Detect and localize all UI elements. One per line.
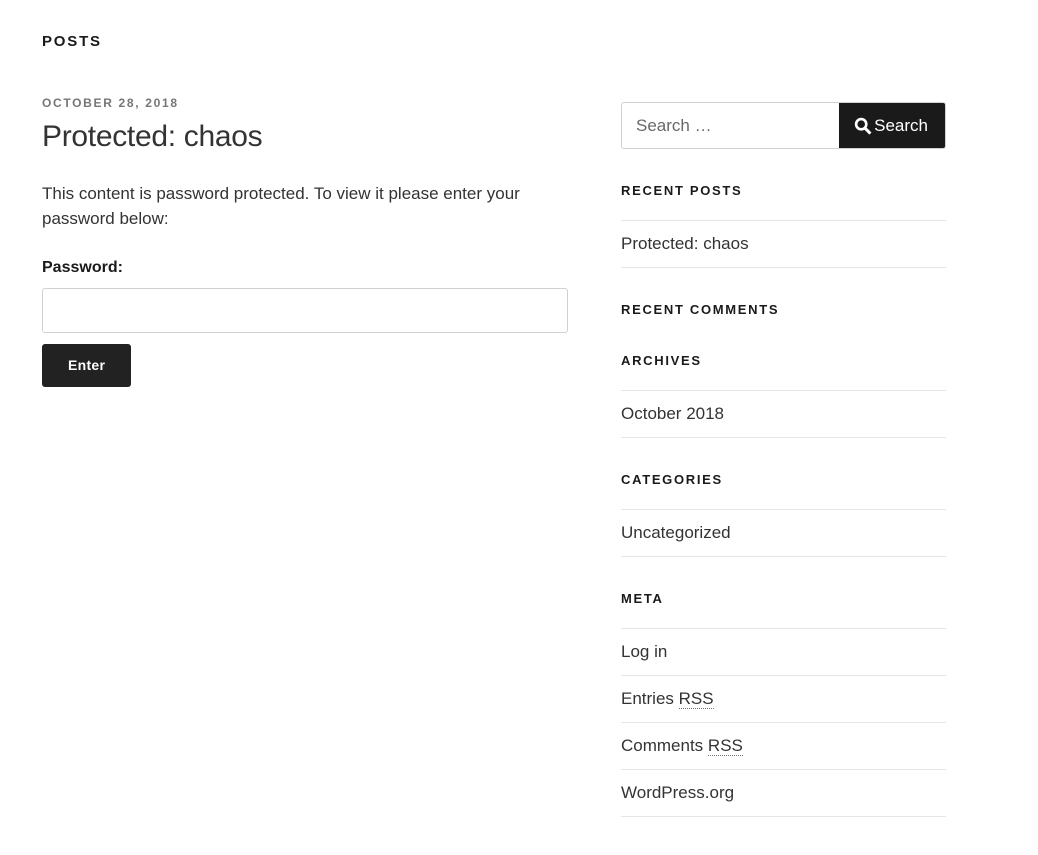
widget-title-meta: META bbox=[621, 590, 664, 606]
meta-link-entries-rss[interactable]: Entries RSS bbox=[621, 676, 946, 722]
widget-recent-posts: RECENT POSTS Protected: chaos bbox=[621, 183, 946, 268]
search-input[interactable] bbox=[622, 103, 840, 148]
list-item: October 2018 bbox=[621, 391, 946, 438]
post-content: This content is password protected. To v… bbox=[42, 182, 568, 388]
meta-link-comments-rss[interactable]: Comments RSS bbox=[621, 723, 946, 769]
search-submit-button[interactable]: Search bbox=[839, 103, 945, 148]
post-title: Protected: chaos bbox=[42, 119, 263, 153]
password-protected-notice: This content is password protected. To v… bbox=[42, 184, 520, 228]
sidebar: Search RECENT POSTS Protected: chaos REC… bbox=[621, 0, 946, 818]
widget-title-recent-posts: RECENT POSTS bbox=[621, 183, 743, 198]
list-item: Uncategorized bbox=[621, 510, 946, 557]
page-root: POSTS OCTOBER 28, 2018 Protected: chaos … bbox=[0, 0, 1038, 855]
list-item: WordPress.org bbox=[621, 770, 946, 818]
category-link-uncategorized[interactable]: Uncategorized bbox=[621, 510, 946, 556]
list-item: Entries RSS bbox=[621, 676, 946, 723]
post-password-form: Password: Enter bbox=[42, 258, 568, 388]
rss-abbr: RSS bbox=[707, 735, 743, 756]
comments-rss-prefix: Comments bbox=[621, 735, 708, 755]
meta-link-wordpress-org[interactable]: WordPress.org bbox=[621, 770, 946, 816]
search-button-label: Search bbox=[874, 116, 928, 135]
categories-list: Uncategorized bbox=[621, 508, 946, 557]
meta-list: Log in Entries RSS Comments RSS WordPres… bbox=[621, 627, 946, 818]
search-form: Search bbox=[621, 102, 946, 149]
meta-link-login[interactable]: Log in bbox=[621, 629, 946, 675]
search-icon bbox=[853, 116, 873, 136]
list-item: Comments RSS bbox=[621, 723, 946, 771]
main-content: POSTS OCTOBER 28, 2018 Protected: chaos … bbox=[42, 0, 568, 388]
post-article: OCTOBER 28, 2018 Protected: chaos This c… bbox=[42, 95, 568, 388]
archive-link-october-2018[interactable]: October 2018 bbox=[621, 391, 946, 437]
widget-title-archives: ARCHIVES bbox=[621, 352, 702, 368]
recent-post-link[interactable]: Protected: chaos bbox=[621, 221, 946, 267]
post-date: OCTOBER 28, 2018 bbox=[42, 96, 179, 110]
widget-meta: META Log in Entries RSS Comments RSS Wor… bbox=[621, 590, 946, 818]
archives-list: October 2018 bbox=[621, 389, 946, 438]
widget-archives: ARCHIVES October 2018 bbox=[621, 353, 946, 438]
widget-title-recent-comments: RECENT COMMENTS bbox=[621, 301, 780, 317]
rss-abbr: RSS bbox=[678, 688, 714, 709]
recent-posts-list: Protected: chaos bbox=[621, 219, 946, 268]
list-item: Protected: chaos bbox=[621, 221, 946, 268]
post-header: OCTOBER 28, 2018 Protected: chaos bbox=[42, 95, 568, 155]
list-item: Log in bbox=[621, 629, 946, 676]
widget-categories: CATEGORIES Uncategorized bbox=[621, 472, 946, 557]
password-label: Password: bbox=[42, 258, 123, 276]
widget-title-categories: CATEGORIES bbox=[621, 471, 723, 487]
password-input[interactable] bbox=[42, 288, 568, 334]
widget-recent-comments: RECENT COMMENTS bbox=[621, 302, 946, 319]
page-title: POSTS bbox=[42, 33, 102, 50]
password-submit-button[interactable]: Enter bbox=[42, 344, 132, 388]
entries-rss-prefix: Entries bbox=[621, 688, 679, 708]
